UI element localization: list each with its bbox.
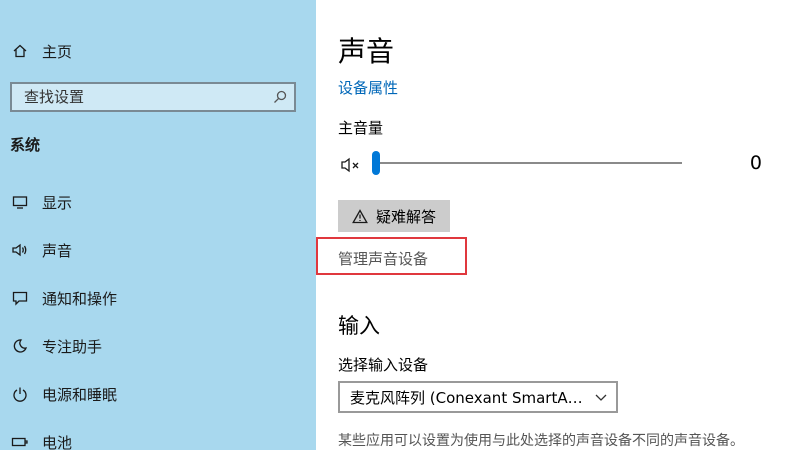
warning-icon [352, 208, 368, 224]
battery-icon [10, 432, 30, 450]
troubleshoot-label: 疑难解答 [375, 207, 436, 226]
sidebar-item-label: 电源和睡眠 [42, 385, 118, 404]
device-properties-link[interactable]: 设备属性 [338, 77, 398, 98]
page-title: 声音 [338, 35, 395, 68]
input-device-value: 麦克风阵列 (Conexant SmartAudi... [350, 388, 586, 407]
sidebar-item-label: 主页 [42, 42, 73, 61]
input-section-title: 输入 [338, 314, 380, 338]
master-volume-label: 主音量 [338, 119, 384, 137]
search-input[interactable] [12, 84, 266, 110]
sidebar-item-label: 显示 [42, 193, 73, 212]
volume-slider-thumb[interactable] [372, 151, 380, 175]
volume-slider-track[interactable] [372, 162, 682, 164]
sidebar-item-sound[interactable]: 声音 [10, 236, 72, 264]
input-device-note: 某些应用可以设置为使用与此处选择的声音设备不同的声音设备。 [338, 433, 744, 449]
search-box[interactable] [10, 82, 296, 112]
sidebar: 主页 系统 显示 声音 通知和操作 [0, 0, 316, 450]
sidebar-item-display[interactable]: 显示 [10, 188, 72, 216]
input-device-label: 选择输入设备 [338, 356, 429, 374]
sidebar-item-battery[interactable]: 电池 [10, 428, 72, 450]
monitor-icon [10, 192, 30, 212]
message-icon [10, 288, 30, 308]
volume-value: 0 [749, 152, 762, 174]
main-content: 声音 设备属性 主音量 0 疑难解答 管理声音设备 输入 选择输入设备 麦克风阵… [316, 0, 800, 450]
moon-icon [10, 336, 30, 356]
manage-sound-devices-link[interactable]: 管理声音设备 [338, 248, 428, 269]
power-icon [10, 384, 30, 404]
chevron-down-icon [586, 392, 616, 402]
sidebar-item-label: 电池 [42, 433, 73, 450]
input-device-select[interactable]: 麦克风阵列 (Conexant SmartAudi... [338, 381, 618, 413]
troubleshoot-button[interactable]: 疑难解答 [338, 200, 450, 232]
section-title: 系统 [10, 136, 41, 154]
speaker-muted-icon[interactable] [340, 155, 362, 175]
search-icon[interactable] [266, 89, 294, 105]
sidebar-item-power[interactable]: 电源和睡眠 [10, 380, 117, 408]
sidebar-item-home[interactable]: 主页 [10, 37, 72, 65]
sidebar-item-label: 通知和操作 [42, 289, 118, 308]
sidebar-item-label: 专注助手 [42, 337, 103, 356]
sidebar-item-label: 声音 [42, 241, 73, 260]
speaker-icon [10, 240, 30, 260]
sidebar-item-focus[interactable]: 专注助手 [10, 332, 102, 360]
home-icon [10, 41, 30, 61]
sidebar-item-notifications[interactable]: 通知和操作 [10, 284, 117, 312]
